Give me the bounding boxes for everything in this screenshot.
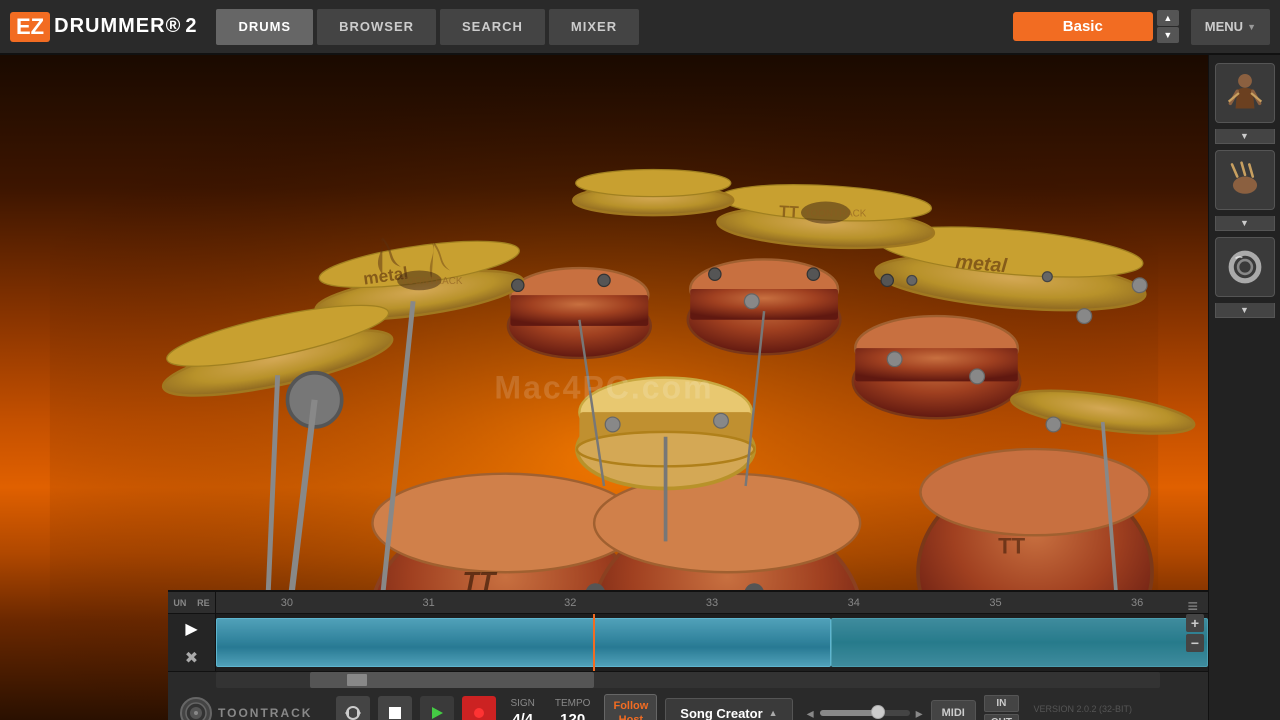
timeline-ruler: UN RE 30 31 32 33 34 35 36 ≡	[168, 592, 1208, 614]
sticks-thumb-svg	[1220, 156, 1270, 204]
svg-text:TT: TT	[779, 203, 800, 221]
track-block-main[interactable]	[216, 618, 831, 667]
app-logo: EZ DRUMMER® 2	[10, 12, 196, 42]
logo-version: 2	[185, 15, 196, 38]
volume-area: ◂ ▸	[807, 705, 923, 720]
svg-text:TOONTRACK: TOONTRACK	[805, 208, 867, 219]
sequencer-content[interactable]	[216, 614, 1208, 671]
volume-slider[interactable]	[820, 710, 910, 716]
song-creator-button[interactable]: Song Creator	[665, 698, 792, 720]
zoom-out-button[interactable]: −	[1186, 634, 1204, 652]
svg-text:TOONTRACK: TOONTRACK	[401, 276, 463, 287]
volume-slider-fill	[820, 710, 879, 716]
ruler-mark-32: 32	[499, 597, 641, 609]
main-track	[216, 614, 1208, 671]
tab-drums[interactable]: DRUMS	[216, 9, 313, 45]
sidebar-thumb-drummer[interactable]	[1215, 63, 1275, 123]
play-icon	[430, 706, 444, 720]
cut-tool-button[interactable]: ✖	[176, 647, 208, 669]
sidebar-thumb-ring[interactable]	[1215, 237, 1275, 297]
follow-host-button[interactable]: Follow Host	[604, 694, 657, 720]
playhead	[593, 614, 595, 671]
logo-ez: EZ	[10, 12, 50, 42]
sidebar-thumb-sticks[interactable]	[1215, 150, 1275, 210]
toontrack-brand-label: TOONTRACK	[218, 706, 312, 720]
ruler-mark-31: 31	[358, 597, 500, 609]
toontrack-logo: TOONTRACK	[180, 697, 312, 720]
redo-label[interactable]: RE	[197, 598, 210, 608]
out-button[interactable]: OUT	[984, 714, 1019, 720]
toontrack-circle-icon	[180, 697, 212, 720]
zoom-buttons: + −	[1186, 614, 1204, 652]
stop-button[interactable]	[378, 696, 412, 720]
ruler-mark-33: 33	[641, 597, 783, 609]
volume-slider-thumb[interactable]	[871, 705, 885, 719]
volume-right-icon: ▸	[916, 705, 923, 720]
scrollbar-thumb[interactable]	[310, 672, 593, 688]
tab-search[interactable]: SEARCH	[440, 9, 545, 45]
main-area: TT TT	[0, 55, 1280, 720]
timeline-tools: ▶ ✖	[168, 614, 216, 672]
tempo-label: Tempo	[555, 698, 591, 709]
logo-drummer: DRUMMER®	[54, 15, 181, 38]
version-text: VERSION 2.0.2 (32-BIT)	[1033, 704, 1132, 714]
record-button[interactable]	[462, 696, 496, 720]
select-tool-button[interactable]: ▶	[176, 618, 208, 640]
play-button[interactable]	[420, 696, 454, 720]
volume-left-icon: ◂	[807, 705, 814, 720]
drum-view: TT TT	[0, 55, 1208, 720]
ruler-mark-35: 35	[925, 597, 1067, 609]
in-button[interactable]: IN	[984, 695, 1019, 712]
drummer-thumb-arrow[interactable]: ▼	[1215, 129, 1275, 144]
right-sidebar: ▼ ▼ ▼	[1208, 55, 1280, 720]
sign-label: Sign	[510, 698, 534, 709]
svg-text:metal: metal	[955, 251, 1009, 277]
ruler-mark-34: 34	[783, 597, 925, 609]
tab-mixer[interactable]: MIXER	[549, 9, 639, 45]
ring-thumb-svg	[1220, 243, 1270, 291]
drummer-thumb-svg	[1220, 69, 1270, 117]
un-re-area: UN RE	[168, 592, 216, 614]
time-signature-area: Sign 4/4	[510, 698, 534, 720]
scrollbar-mini-thumb	[347, 674, 367, 686]
in-out-area: IN OUT	[984, 695, 1019, 720]
loop-button[interactable]	[336, 696, 370, 720]
ruler-mark-30: 30	[216, 597, 358, 609]
bottom-bar: UN RE 30 31 32 33 34 35 36 ≡ ▶ ✖	[168, 590, 1208, 720]
topbar: EZ DRUMMER® 2 DRUMS BROWSER SEARCH MIXER…	[0, 0, 1280, 55]
timeline-scrollbar[interactable]	[216, 672, 1160, 688]
toontrack-icon-svg	[185, 702, 207, 720]
track-block-secondary[interactable]	[831, 618, 1208, 667]
menu-button[interactable]: MENU	[1191, 9, 1270, 45]
midi-button[interactable]: MIDI	[931, 700, 976, 720]
zoom-in-button[interactable]: +	[1186, 614, 1204, 632]
sign-value: 4/4	[512, 711, 533, 720]
preset-down-button[interactable]: ▼	[1157, 27, 1179, 43]
svg-text:TT: TT	[998, 534, 1026, 559]
stop-icon	[388, 706, 402, 720]
record-icon	[473, 707, 485, 719]
sticks-thumb-arrow[interactable]: ▼	[1215, 216, 1275, 231]
preset-up-button[interactable]: ▲	[1157, 10, 1179, 26]
tempo-value: 120	[560, 711, 585, 720]
tempo-area: Tempo 120	[555, 698, 591, 720]
timeline-area: UN RE 30 31 32 33 34 35 36 ≡ ▶ ✖	[168, 592, 1208, 672]
preset-arrows: ▲ ▼	[1157, 10, 1179, 43]
preset-name[interactable]: Basic	[1013, 12, 1153, 41]
loop-icon	[344, 704, 362, 720]
preset-section: Basic ▲ ▼ MENU	[1013, 9, 1270, 45]
undo-label[interactable]: UN	[173, 598, 186, 608]
tab-browser[interactable]: BROWSER	[317, 9, 436, 45]
ring-thumb-arrow[interactable]: ▼	[1215, 303, 1275, 318]
